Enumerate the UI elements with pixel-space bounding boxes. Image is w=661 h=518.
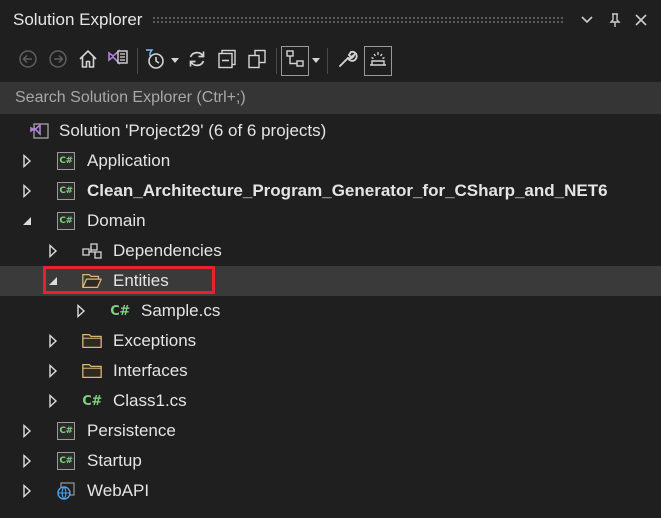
class-view-button[interactable] — [281, 46, 309, 76]
expand-arrow-icon[interactable] — [20, 154, 34, 168]
title-bar: Solution Explorer — [0, 0, 661, 40]
csharp-badge: C# — [57, 182, 75, 200]
csharp-project-icon: C# — [55, 150, 77, 172]
tree-item-label: Clean_Architecture_Program_Generator_for… — [87, 181, 608, 200]
search-box[interactable] — [0, 82, 661, 114]
chevron-down-icon[interactable] — [575, 8, 599, 32]
tree-item-label: WebAPI — [87, 481, 150, 500]
tree-item-application[interactable]: C# Application — [0, 146, 661, 176]
collapse-all-icon — [216, 48, 238, 75]
tree-item-label: Dependencies — [113, 241, 222, 260]
window-title: Solution Explorer — [13, 10, 143, 29]
csharp-project-icon: C# — [55, 450, 77, 472]
csharp-glyph: C# — [110, 303, 130, 319]
expand-arrow-icon[interactable] — [46, 394, 60, 408]
csharp-project-icon: C# — [55, 420, 77, 442]
tree-item-label: Startup — [87, 451, 142, 470]
expand-arrow-icon[interactable] — [20, 184, 34, 198]
expand-arrow-icon[interactable] — [46, 364, 60, 378]
csharp-badge: C# — [57, 212, 75, 230]
tree-item-label: Solution 'Project29' (6 of 6 projects) — [59, 121, 327, 140]
home-icon — [77, 48, 99, 75]
collapse-arrow-icon[interactable] — [20, 214, 34, 228]
tree-item-exceptions[interactable]: Exceptions — [0, 326, 661, 356]
tree-item-startup[interactable]: C# Startup — [0, 446, 661, 476]
properties-button[interactable] — [332, 45, 362, 77]
expand-arrow-icon[interactable] — [74, 304, 88, 318]
switch-views-icon — [106, 47, 130, 76]
search-input[interactable] — [0, 82, 661, 114]
csharp-file-icon: C# — [109, 300, 131, 322]
solution-tree: Solution 'Project29' (6 of 6 projects) C… — [0, 116, 661, 506]
pin-icon[interactable] — [603, 8, 627, 32]
tree-item-label: Domain — [87, 211, 146, 230]
tree-item-label: Sample.cs — [141, 301, 221, 320]
close-icon[interactable] — [629, 8, 653, 32]
forward-button[interactable] — [43, 45, 73, 77]
tree-item-startup-project[interactable]: C# Clean_Architecture_Program_Generator_… — [0, 176, 661, 206]
tree-item-entities[interactable]: Entities — [0, 266, 661, 296]
folder-open-icon — [81, 270, 103, 292]
class-view-icon — [284, 48, 306, 75]
tree-item-class1-cs[interactable]: C# Class1.cs — [0, 386, 661, 416]
csharp-glyph: C# — [82, 393, 102, 409]
solution-explorer-toolbar — [0, 40, 661, 82]
sync-icon — [186, 48, 208, 75]
view-dropdown-arrow[interactable] — [309, 45, 323, 77]
csharp-project-icon: C# — [55, 180, 77, 202]
tree-item-label: Persistence — [87, 421, 176, 440]
tree-item-label: Class1.cs — [113, 391, 187, 410]
solution-icon — [28, 120, 50, 142]
collapse-arrow-icon[interactable] — [46, 274, 60, 288]
expand-arrow-icon[interactable] — [46, 334, 60, 348]
preview-selected-icon — [367, 48, 389, 75]
wrench-icon — [336, 48, 358, 75]
sync-button[interactable] — [182, 45, 212, 77]
toolbar-separator — [327, 48, 328, 74]
csharp-project-icon: C# — [55, 210, 77, 232]
back-button[interactable] — [13, 45, 43, 77]
switch-views-button[interactable] — [103, 45, 133, 77]
show-all-files-button[interactable] — [242, 45, 272, 77]
tree-item-solution[interactable]: Solution 'Project29' (6 of 6 projects) — [0, 116, 661, 146]
tree-item-label: Entities — [113, 271, 169, 290]
expand-arrow-icon[interactable] — [46, 244, 60, 258]
tree-item-interfaces[interactable]: Interfaces — [0, 356, 661, 386]
csharp-badge: C# — [57, 452, 75, 470]
toolbar-separator — [276, 48, 277, 74]
home-button[interactable] — [73, 45, 103, 77]
csharp-badge: C# — [57, 422, 75, 440]
tree-item-webapi[interactable]: WebAPI — [0, 476, 661, 506]
folder-icon — [81, 360, 103, 382]
csharp-file-icon: C# — [81, 390, 103, 412]
tree-item-sample-cs[interactable]: C# Sample.cs — [0, 296, 661, 326]
tree-item-label: Application — [87, 151, 171, 170]
expand-arrow-icon[interactable] — [20, 454, 34, 468]
pending-changes-filter-icon — [143, 47, 167, 76]
show-all-files-icon — [246, 48, 268, 75]
back-icon — [18, 49, 38, 74]
toolbar-separator — [137, 48, 138, 74]
folder-icon — [81, 330, 103, 352]
pending-changes-filter-button[interactable] — [142, 45, 168, 77]
forward-icon — [48, 49, 68, 74]
filter-dropdown-arrow[interactable] — [168, 45, 182, 77]
web-project-icon — [55, 480, 77, 502]
tree-item-dependencies[interactable]: Dependencies — [0, 236, 661, 266]
collapse-all-button[interactable] — [212, 45, 242, 77]
drag-grip[interactable] — [152, 16, 563, 24]
tree-item-label: Interfaces — [113, 361, 188, 380]
expand-arrow-icon[interactable] — [20, 424, 34, 438]
csharp-badge: C# — [57, 152, 75, 170]
dependencies-icon — [81, 240, 103, 262]
preview-selected-button[interactable] — [364, 46, 392, 76]
tree-item-label: Exceptions — [113, 331, 197, 350]
tree-item-persistence[interactable]: C# Persistence — [0, 416, 661, 446]
tree-item-domain[interactable]: C# Domain — [0, 206, 661, 236]
expand-arrow-icon[interactable] — [20, 484, 34, 498]
